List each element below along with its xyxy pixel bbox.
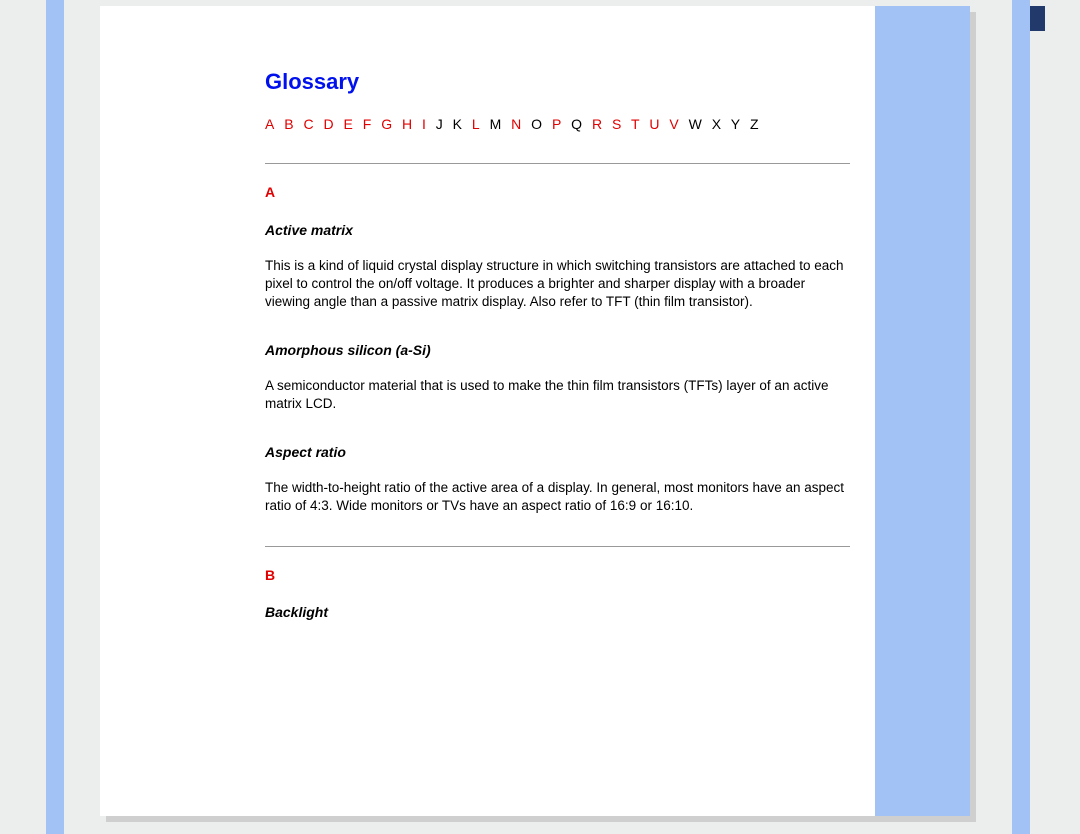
section-heading-b: B xyxy=(265,567,850,585)
alpha-link-d[interactable]: D xyxy=(323,116,334,132)
corner-decoration xyxy=(1030,6,1045,31)
alpha-link-s[interactable]: S xyxy=(612,116,622,132)
alphabet-nav: A B C D E F G H I J K L M N O P Q R S T … xyxy=(265,116,850,134)
alpha-link-e[interactable]: E xyxy=(344,116,354,132)
page-right-margin xyxy=(875,6,970,816)
glossary-term: Backlight xyxy=(265,604,850,622)
alpha-link-n[interactable]: N xyxy=(511,116,522,132)
alpha-link-h[interactable]: H xyxy=(402,116,413,132)
alpha-link-j: J xyxy=(436,116,444,132)
glossary-definition: This is a kind of liquid crystal display… xyxy=(265,257,850,312)
section-heading-a: A xyxy=(265,184,850,202)
alpha-link-m: M xyxy=(490,116,503,132)
page-content: Glossary A B C D E F G H I J K L M N O P… xyxy=(265,68,850,640)
alpha-link-k: K xyxy=(453,116,463,132)
alpha-link-x: X xyxy=(712,116,722,132)
glossary-term: Active matrix xyxy=(265,222,850,240)
alpha-link-f[interactable]: F xyxy=(363,116,373,132)
divider xyxy=(265,163,850,164)
alpha-link-q: Q xyxy=(571,116,583,132)
alpha-link-p[interactable]: P xyxy=(552,116,562,132)
alpha-link-i[interactable]: I xyxy=(422,116,427,132)
glossary-term: Amorphous silicon (a-Si) xyxy=(265,342,850,360)
alpha-link-c[interactable]: C xyxy=(303,116,314,132)
alpha-link-w: W xyxy=(689,116,703,132)
alpha-link-o: O xyxy=(531,116,543,132)
alpha-link-z: Z xyxy=(750,116,760,132)
glossary-definition: The width-to-height ratio of the active … xyxy=(265,479,850,515)
alpha-link-g[interactable]: G xyxy=(381,116,393,132)
alpha-link-y: Y xyxy=(731,116,741,132)
alpha-link-r[interactable]: R xyxy=(592,116,603,132)
alpha-link-l[interactable]: L xyxy=(472,116,481,132)
alpha-link-t[interactable]: T xyxy=(631,116,641,132)
alpha-link-a[interactable]: A xyxy=(265,116,275,132)
glossary-term: Aspect ratio xyxy=(265,444,850,462)
outer-frame-left xyxy=(46,0,64,834)
divider xyxy=(265,546,850,547)
alpha-link-v[interactable]: V xyxy=(669,116,679,132)
glossary-definition: A semiconductor material that is used to… xyxy=(265,377,850,413)
outer-frame-right xyxy=(1012,0,1030,834)
alpha-link-u[interactable]: U xyxy=(649,116,660,132)
document-page: Glossary A B C D E F G H I J K L M N O P… xyxy=(100,6,970,816)
alpha-link-b[interactable]: B xyxy=(284,116,294,132)
page-title: Glossary xyxy=(265,68,850,96)
